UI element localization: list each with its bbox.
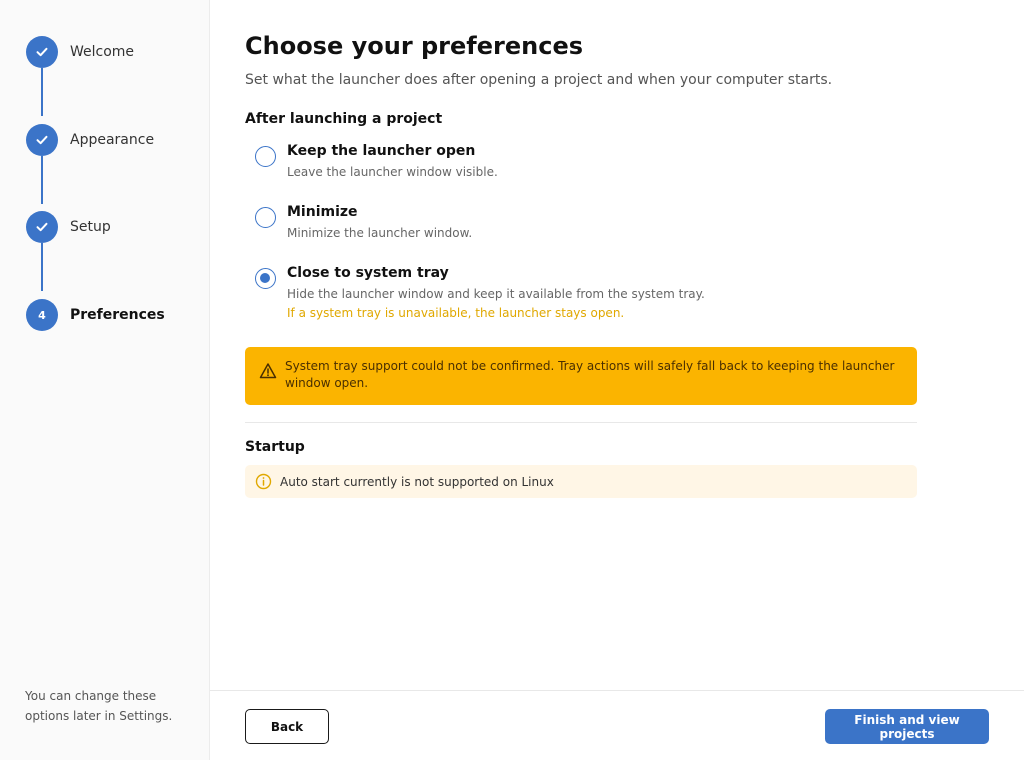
check-icon: [26, 211, 58, 243]
startup-info-banner: Auto start currently is not supported on…: [245, 465, 917, 498]
option-title: Minimize: [287, 204, 358, 220]
option-description: Minimize the launcher window.: [287, 226, 473, 240]
check-icon: [26, 36, 58, 68]
option-note: If a system tray is unavailable, the lau…: [287, 306, 625, 320]
option-description: Hide the launcher window and keep it ava…: [287, 287, 705, 301]
option-minimize[interactable]: Minimize Minimize the launcher window.: [255, 203, 472, 242]
step-connector: [41, 68, 43, 116]
page-title: Choose your preferences: [245, 32, 584, 60]
option-keep-open[interactable]: Keep the launcher open Leave the launche…: [255, 142, 498, 181]
check-icon: [26, 124, 58, 156]
radio-minimize[interactable]: [255, 207, 276, 228]
step-label: Appearance: [70, 132, 155, 148]
step-connector: [41, 156, 43, 204]
section-heading-startup: Startup: [245, 439, 305, 455]
step-connector: [41, 243, 43, 291]
step-welcome[interactable]: Welcome: [26, 36, 134, 68]
wizard-footer: Back Finish and view projects: [210, 690, 1024, 760]
section-divider: [245, 422, 917, 423]
finish-button[interactable]: Finish and view projects: [825, 709, 989, 744]
step-number-badge: 4: [26, 299, 58, 331]
option-description: Leave the launcher window visible.: [287, 165, 498, 179]
tray-warning-banner: System tray support could not be confirm…: [245, 347, 917, 405]
sidebar-note: You can change these options later in Se…: [25, 689, 173, 723]
step-label: Preferences: [70, 307, 165, 323]
warning-triangle-icon: [259, 363, 277, 379]
section-heading-after-launch: After launching a project: [245, 111, 443, 127]
option-title: Keep the launcher open: [287, 143, 476, 159]
step-label: Setup: [70, 219, 111, 235]
step-appearance[interactable]: Appearance: [26, 124, 154, 156]
step-label: Welcome: [70, 44, 135, 60]
step-preferences[interactable]: 4 Preferences: [26, 299, 165, 331]
info-text: Auto start currently is not supported on…: [280, 474, 554, 489]
warning-text: System tray support could not be confirm…: [285, 359, 895, 390]
info-circle-icon: [255, 473, 272, 490]
option-system-tray[interactable]: Close to system tray Hide the launcher w…: [255, 264, 705, 322]
step-setup[interactable]: Setup: [26, 211, 111, 243]
wizard-sidebar: Welcome Appearance Setup 4 Preferences Y…: [0, 0, 210, 760]
page-subtitle: Set what the launcher does after opening…: [245, 72, 833, 88]
radio-keep-open[interactable]: [255, 146, 276, 167]
option-title: Close to system tray: [287, 265, 449, 281]
back-button[interactable]: Back: [245, 709, 329, 744]
radio-system-tray[interactable]: [255, 268, 276, 289]
